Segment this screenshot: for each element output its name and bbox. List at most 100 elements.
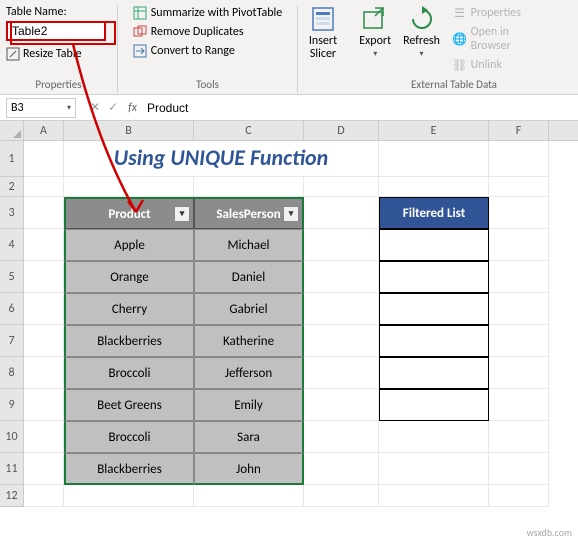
cell[interactable]: [489, 421, 549, 453]
cell[interactable]: [304, 293, 379, 325]
row-header[interactable]: 10: [0, 421, 24, 453]
cell[interactable]: [489, 141, 549, 177]
cell[interactable]: [24, 453, 64, 485]
cell[interactable]: [24, 325, 64, 357]
cell[interactable]: [489, 293, 549, 325]
row-header[interactable]: 7: [0, 325, 24, 357]
cell[interactable]: [379, 485, 489, 507]
cell[interactable]: [304, 357, 379, 389]
table-cell[interactable]: Jefferson: [194, 357, 304, 389]
cell[interactable]: [379, 421, 489, 453]
cell[interactable]: [24, 421, 64, 453]
filtered-list-cell[interactable]: [379, 261, 489, 293]
table-cell[interactable]: Gabriel: [194, 293, 304, 325]
cell[interactable]: [24, 485, 64, 507]
cell[interactable]: [489, 357, 549, 389]
cell[interactable]: [304, 389, 379, 421]
filtered-list-cell[interactable]: [379, 293, 489, 325]
filtered-list-cell[interactable]: [379, 229, 489, 261]
filtered-list-cell[interactable]: [379, 389, 489, 421]
table-cell[interactable]: Blackberries: [64, 325, 194, 357]
cell[interactable]: [304, 229, 379, 261]
row-header[interactable]: 11: [0, 453, 24, 485]
cell[interactable]: [304, 177, 379, 197]
cell[interactable]: [489, 177, 549, 197]
cell[interactable]: [489, 229, 549, 261]
open-browser-button[interactable]: 🌐 Open in Browser: [451, 24, 550, 54]
table-cell[interactable]: Beet Greens: [64, 389, 194, 421]
cell[interactable]: [304, 421, 379, 453]
cell[interactable]: [304, 197, 379, 229]
table-header-salesperson[interactable]: SalesPerson ▾: [194, 197, 304, 229]
cell[interactable]: [489, 261, 549, 293]
resize-table-button[interactable]: Resize Table: [6, 47, 82, 61]
export-button[interactable]: Export ▾: [354, 5, 396, 73]
table-cell[interactable]: Blackberries: [64, 453, 194, 485]
col-header[interactable]: F: [489, 121, 549, 140]
confirm-icon[interactable]: ✓: [108, 100, 118, 115]
refresh-button[interactable]: Refresh ▾: [398, 5, 444, 73]
cell[interactable]: [24, 177, 64, 197]
cell[interactable]: [489, 453, 549, 485]
cell[interactable]: [379, 453, 489, 485]
table-cell[interactable]: Daniel: [194, 261, 304, 293]
row-header[interactable]: 12: [0, 485, 24, 507]
cell[interactable]: [194, 177, 304, 197]
col-header[interactable]: D: [304, 121, 379, 140]
row-header[interactable]: 6: [0, 293, 24, 325]
row-header[interactable]: 3: [0, 197, 24, 229]
table-cell[interactable]: Michael: [194, 229, 304, 261]
cell[interactable]: [489, 325, 549, 357]
table-cell[interactable]: Apple: [64, 229, 194, 261]
col-header[interactable]: A: [24, 121, 64, 140]
select-all-corner[interactable]: [0, 121, 24, 140]
table-header-product[interactable]: Product ▾: [64, 197, 194, 229]
table-cell[interactable]: Orange: [64, 261, 194, 293]
row-header[interactable]: 1: [0, 141, 24, 177]
fx-icon[interactable]: fx: [128, 101, 143, 115]
cell[interactable]: [24, 229, 64, 261]
filtered-list-cell[interactable]: [379, 357, 489, 389]
title-cell[interactable]: Using UNIQUE Function: [64, 141, 379, 177]
cell[interactable]: [24, 357, 64, 389]
col-header[interactable]: E: [379, 121, 489, 140]
cell[interactable]: [379, 141, 489, 177]
table-cell[interactable]: John: [194, 453, 304, 485]
cell[interactable]: [489, 197, 549, 229]
cell[interactable]: [24, 261, 64, 293]
convert-range-button[interactable]: Convert to Range: [131, 43, 285, 59]
cell[interactable]: [304, 325, 379, 357]
filtered-list-header[interactable]: Filtered List: [379, 197, 489, 229]
cell[interactable]: [489, 389, 549, 421]
filter-dropdown-icon[interactable]: ▾: [283, 206, 299, 222]
ext-properties-button[interactable]: ☰ Properties: [451, 5, 550, 21]
col-header[interactable]: B: [64, 121, 194, 140]
insert-slicer-button[interactable]: Insert Slicer: [299, 5, 347, 61]
table-cell[interactable]: Emily: [194, 389, 304, 421]
table-cell[interactable]: Sara: [194, 421, 304, 453]
cell[interactable]: [304, 261, 379, 293]
cell[interactable]: [304, 485, 379, 507]
cell[interactable]: [64, 485, 194, 507]
cell[interactable]: [24, 389, 64, 421]
cell[interactable]: [379, 177, 489, 197]
cancel-icon[interactable]: ✕: [90, 100, 100, 115]
name-box[interactable]: B3 ▾: [6, 98, 76, 118]
cell[interactable]: [24, 293, 64, 325]
table-cell[interactable]: Broccoli: [64, 357, 194, 389]
table-name-input[interactable]: [6, 21, 106, 41]
summarize-pivottable-button[interactable]: Summarize with PivotTable: [131, 5, 285, 21]
col-header[interactable]: C: [194, 121, 304, 140]
unlink-button[interactable]: ⛓ Unlink: [451, 57, 550, 73]
cell[interactable]: [489, 485, 549, 507]
cell[interactable]: [64, 177, 194, 197]
cell[interactable]: [24, 141, 64, 177]
worksheet-grid[interactable]: A B C D E F 1 Using UNIQUE Function 2 3: [0, 121, 578, 507]
table-cell[interactable]: Broccoli: [64, 421, 194, 453]
remove-duplicates-button[interactable]: Remove Duplicates: [131, 24, 285, 40]
row-header[interactable]: 8: [0, 357, 24, 389]
table-cell[interactable]: Cherry: [64, 293, 194, 325]
formula-input[interactable]: [143, 98, 578, 118]
table-cell[interactable]: Katherine: [194, 325, 304, 357]
cell[interactable]: [194, 485, 304, 507]
